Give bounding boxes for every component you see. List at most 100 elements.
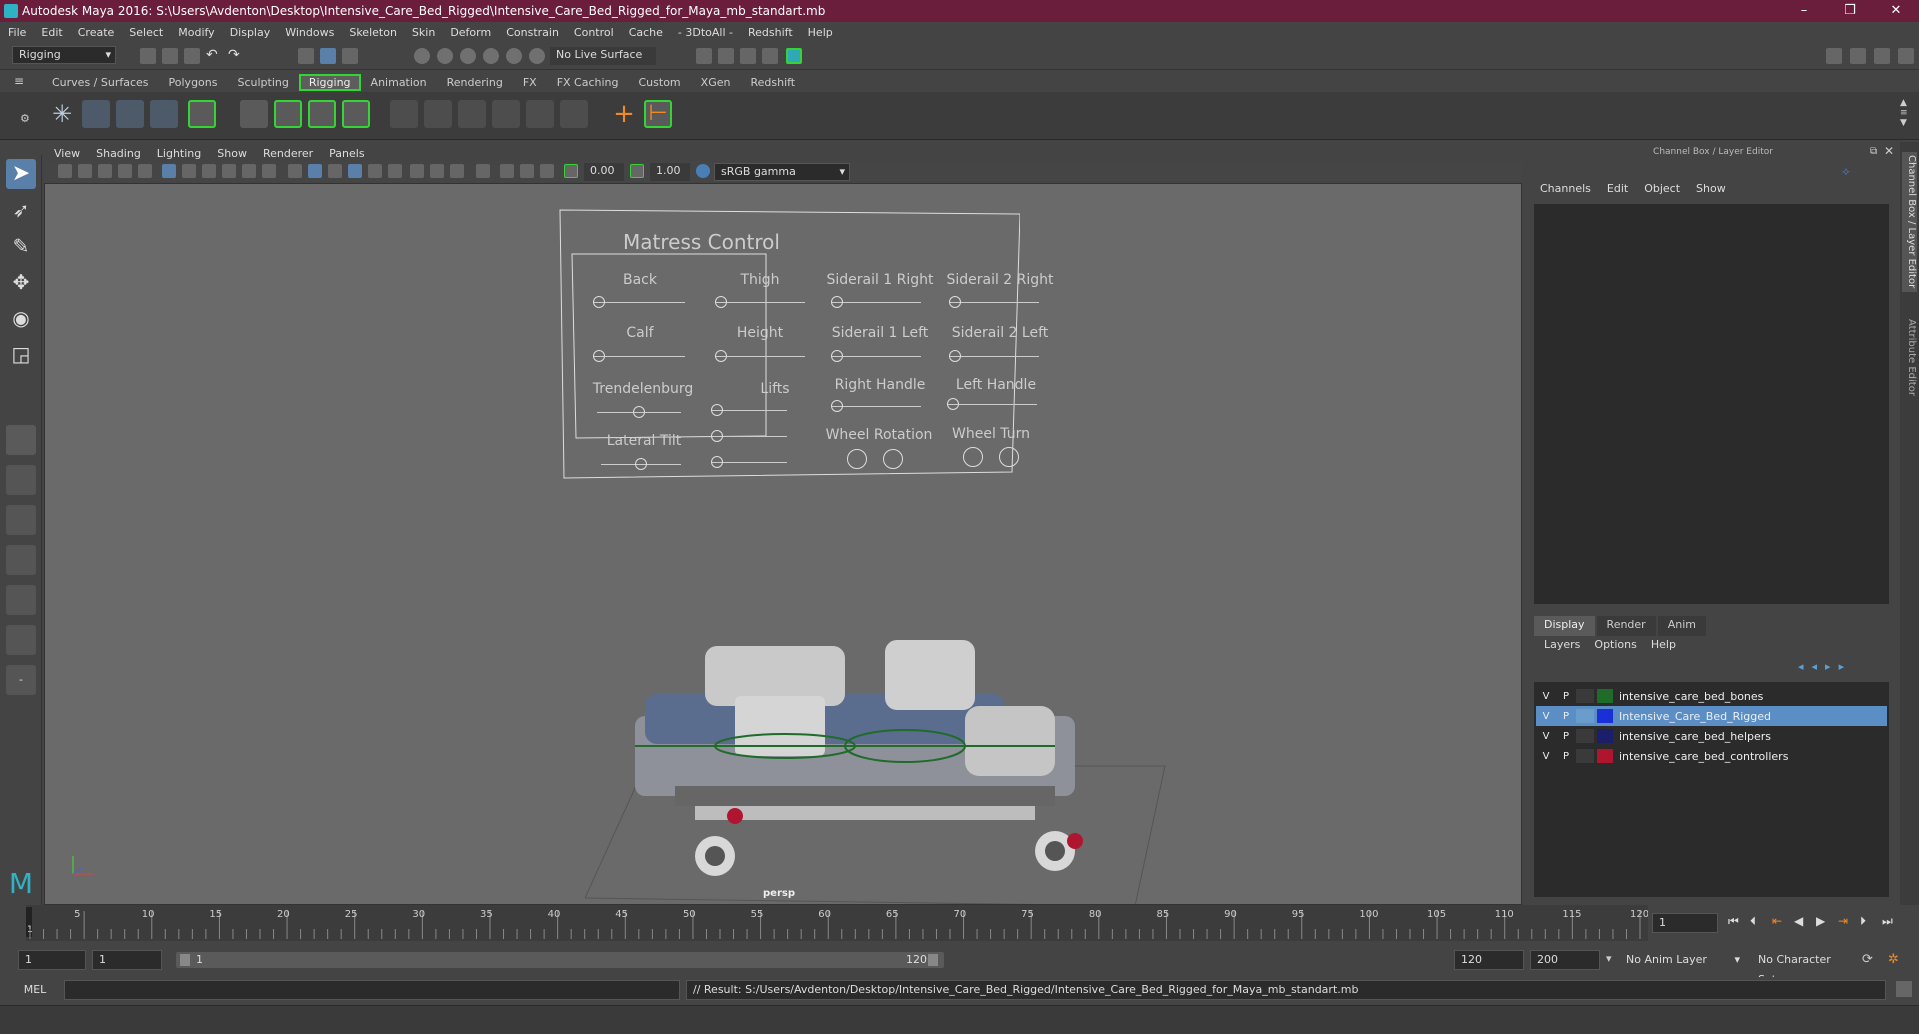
graph-layout-icon[interactable] — [6, 585, 36, 615]
mirror-joint-icon[interactable] — [150, 100, 178, 128]
single-view-layout-icon[interactable] — [6, 425, 36, 455]
menu-cache[interactable]: Cache — [629, 26, 663, 39]
slider-handle[interactable] — [593, 296, 605, 308]
anti-aliasing-icon[interactable] — [450, 164, 464, 178]
save-scene-icon[interactable] — [184, 48, 200, 64]
shelf-tab-redshift[interactable]: Redshift — [740, 74, 805, 91]
layer-visibility-toggle[interactable]: V — [1536, 711, 1556, 722]
shelf-tab-custom[interactable]: Custom — [629, 74, 691, 91]
menu-deform[interactable]: Deform — [450, 26, 491, 39]
layer-row-controllers[interactable]: V P intensive_care_bed_controllers — [1536, 746, 1887, 766]
select-tool-icon[interactable]: ➤ — [6, 159, 36, 189]
slider-lift-2[interactable] — [711, 430, 787, 442]
script-editor-icon[interactable] — [1896, 981, 1912, 997]
chevron-down-icon[interactable]: ▾ — [1606, 952, 1612, 965]
render-view-icon[interactable] — [696, 48, 712, 64]
minimize-button[interactable]: – — [1781, 0, 1827, 22]
layer-display-type[interactable] — [1576, 709, 1594, 723]
grid-toggle-icon[interactable] — [162, 164, 176, 178]
preferences-icon[interactable]: ✲ — [1888, 952, 1899, 967]
dial-wheel-rotation-2[interactable] — [883, 449, 903, 469]
render-frame-icon[interactable] — [718, 48, 734, 64]
locator-icon[interactable] — [424, 100, 452, 128]
ik-spline-icon[interactable] — [116, 100, 144, 128]
perspective-viewport[interactable]: Matress Control Back Thigh Calf Height T… — [44, 183, 1522, 905]
channel-box-menu-object[interactable]: Object — [1644, 182, 1680, 200]
layer-display-type[interactable] — [1576, 749, 1594, 763]
smooth-skin-icon[interactable] — [274, 100, 302, 128]
bookmark-icon[interactable] — [98, 164, 112, 178]
menu-modify[interactable]: Modify — [178, 26, 214, 39]
slider-back[interactable] — [593, 296, 685, 308]
animation-end-field[interactable]: 200 — [1530, 950, 1600, 970]
step-back-frame-icon[interactable]: ⏴ — [1750, 914, 1756, 929]
color-management-icon[interactable] — [696, 164, 710, 178]
cluster-icon[interactable] — [390, 100, 418, 128]
menu-redshift[interactable]: Redshift — [748, 26, 793, 39]
viewport-menu-shading[interactable]: Shading — [96, 147, 141, 160]
slider-lateral-tilt[interactable] — [601, 458, 681, 470]
slider-handle[interactable] — [711, 404, 723, 416]
shelf-tab-sculpting[interactable]: Sculpting — [227, 74, 298, 91]
menu-select[interactable]: Select — [129, 26, 163, 39]
layer-row-helpers[interactable]: V P intensive_care_bed_helpers — [1536, 726, 1887, 746]
bind-skin-icon[interactable] — [240, 100, 268, 128]
hypershade-layout-icon[interactable] — [6, 625, 36, 655]
exposure-field[interactable]: 0.00 — [584, 163, 624, 181]
snap-view-icon[interactable] — [483, 48, 499, 64]
live-surface-field[interactable]: No Live Surface — [550, 47, 656, 65]
layer-display-type[interactable] — [1576, 689, 1594, 703]
ik-handle-icon[interactable] — [82, 100, 110, 128]
more-layouts-icon[interactable]: - — [6, 665, 36, 695]
menu-control[interactable]: Control — [574, 26, 614, 39]
color-space-dropdown[interactable]: sRGB gamma ▾ — [714, 163, 850, 181]
point-constraint-icon[interactable] — [458, 100, 486, 128]
layer-visibility-toggle[interactable]: V — [1536, 731, 1556, 742]
menu-create[interactable]: Create — [78, 26, 115, 39]
viewport-menu-panels[interactable]: Panels — [329, 147, 364, 160]
safe-action-icon[interactable] — [262, 164, 276, 178]
slider-siderail-2-right[interactable] — [949, 296, 1039, 308]
shadows-icon[interactable] — [388, 164, 402, 178]
outliner-layout-icon[interactable] — [6, 545, 36, 575]
maximize-button[interactable]: ❒ — [1827, 0, 1873, 22]
shelf-tab-polygons[interactable]: Polygons — [159, 74, 228, 91]
layer-display-type[interactable] — [1576, 729, 1594, 743]
menu-skin[interactable]: Skin — [412, 26, 435, 39]
xray-components-icon[interactable] — [540, 164, 554, 178]
time-slider-track[interactable]: 1 51015202530354045505560657075808590951… — [26, 905, 1648, 941]
menu-set-dropdown[interactable]: Rigging ▾ — [12, 46, 116, 64]
layer-move-icons[interactable]: ◂◂▸▸ — [1798, 660, 1852, 673]
layer-row-bones[interactable]: V P intensive_care_bed_bones — [1536, 686, 1887, 706]
close-panel-icon[interactable]: ✕ — [1884, 144, 1894, 158]
resolution-gate-icon[interactable] — [202, 164, 216, 178]
layer-color-swatch[interactable] — [1597, 689, 1613, 703]
layer-row-rigged[interactable]: V P Intensive_Care_Bed_Rigged — [1536, 706, 1887, 726]
toggle-panel-icon[interactable] — [1850, 48, 1866, 64]
ambient-occlusion-icon[interactable] — [410, 164, 424, 178]
close-button[interactable]: ✕ — [1873, 0, 1919, 22]
undo-icon[interactable]: ↶ — [206, 48, 222, 64]
parent-constraint-icon[interactable] — [560, 100, 588, 128]
slider-height[interactable] — [715, 350, 805, 362]
slider-thigh[interactable] — [715, 296, 805, 308]
slider-handle[interactable] — [715, 296, 727, 308]
menu-constrain[interactable]: Constrain — [506, 26, 559, 39]
slider-handle[interactable] — [711, 456, 723, 468]
layer-playback-toggle[interactable]: P — [1556, 731, 1576, 742]
slider-right-handle[interactable] — [831, 400, 921, 412]
step-back-key-icon[interactable]: ⇤ — [1772, 914, 1782, 928]
tab-anim[interactable]: Anim — [1657, 616, 1706, 636]
float-panel-icon[interactable]: ⧉ — [1870, 146, 1877, 157]
slider-left-handle[interactable] — [947, 398, 1037, 410]
go-to-start-icon[interactable]: ⏮ — [1728, 914, 1739, 929]
layer-color-swatch[interactable] — [1597, 729, 1613, 743]
layer-color-swatch[interactable] — [1597, 709, 1613, 723]
layer-name[interactable]: intensive_care_bed_bones — [1619, 690, 1763, 703]
two-d-pan-icon[interactable] — [138, 164, 152, 178]
slider-lift-1[interactable] — [711, 404, 787, 416]
channel-box-toggle-icon[interactable] — [1898, 48, 1914, 64]
gamma-field[interactable]: 1.00 — [650, 163, 690, 181]
shelf-tab-animation[interactable]: Animation — [361, 74, 437, 91]
shelf-tab-rigging[interactable]: Rigging — [298, 73, 361, 91]
